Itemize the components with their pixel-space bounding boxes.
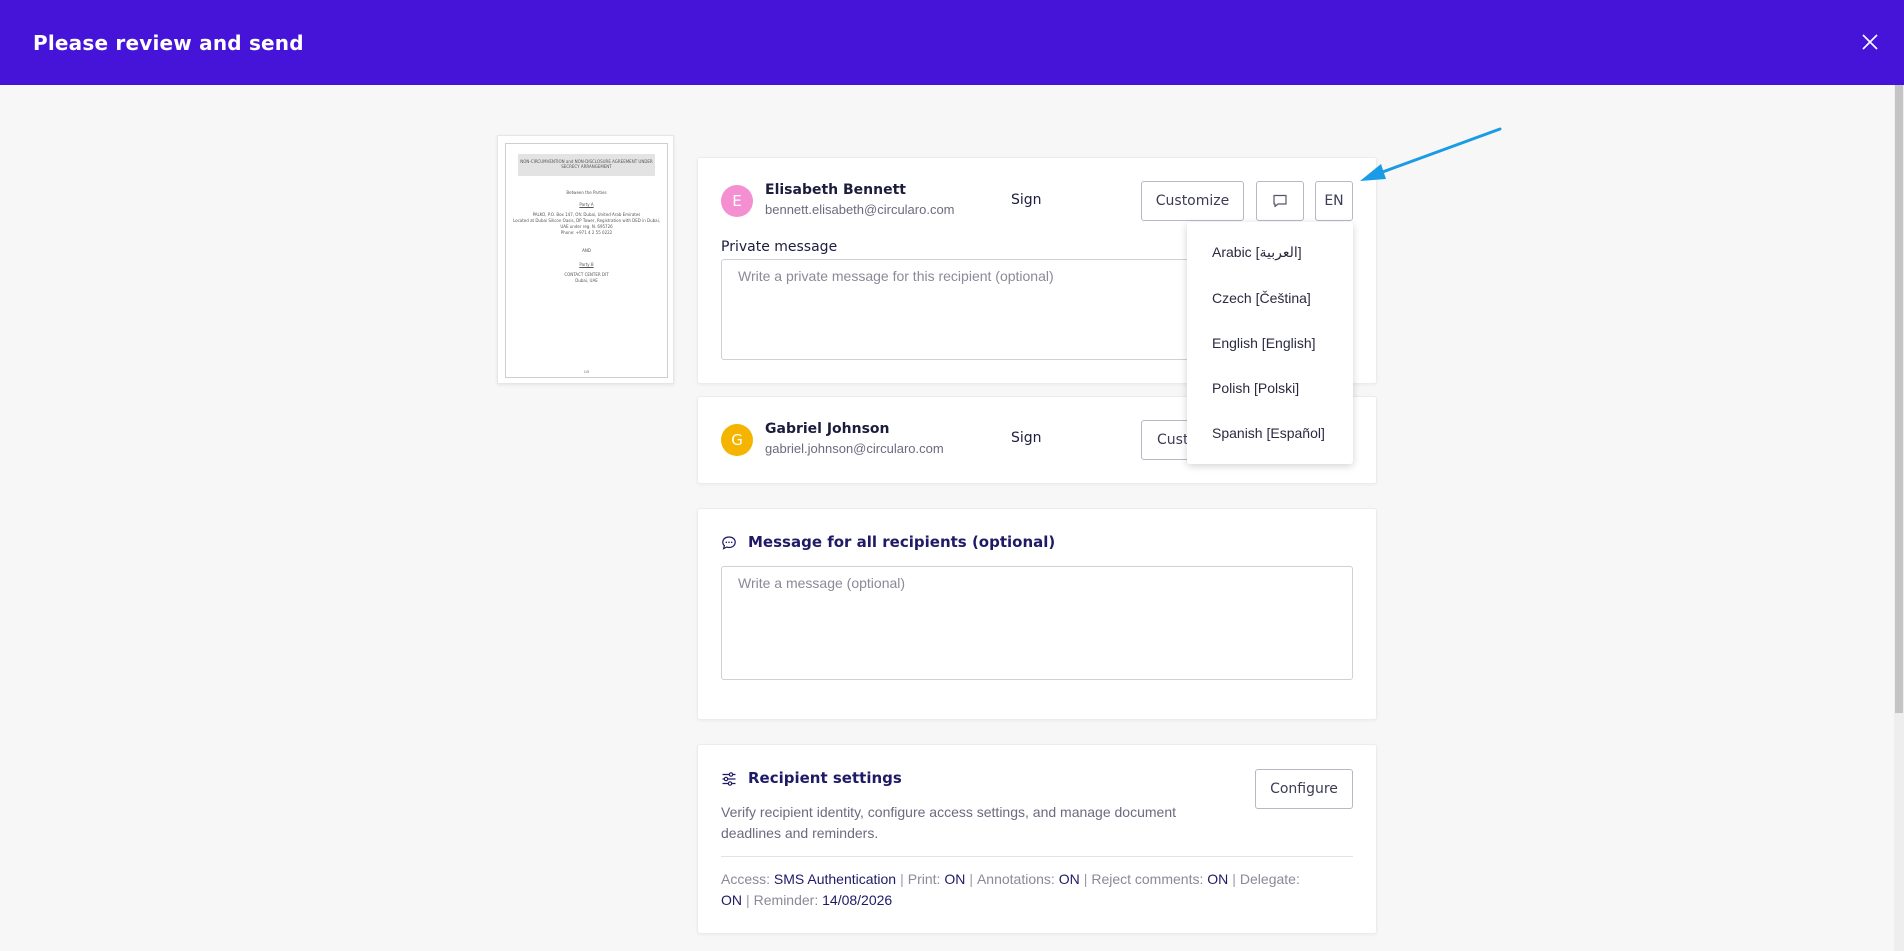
access-label: Access: bbox=[721, 871, 771, 887]
separator: | bbox=[969, 871, 973, 887]
message-all-title: Message for all recipients (optional) bbox=[748, 533, 1056, 551]
reject-comments-label: Reject comments: bbox=[1091, 871, 1204, 887]
annotations-label: Annotations: bbox=[976, 871, 1055, 887]
separator: | bbox=[900, 871, 904, 887]
language-dropdown: Arabic [العربية] Czech [Čeština] English… bbox=[1187, 222, 1353, 464]
message-all-card: Message for all recipients (optional) Wr… bbox=[697, 508, 1377, 720]
avatar: G bbox=[721, 424, 753, 456]
customize-button[interactable]: Customize bbox=[1141, 181, 1244, 221]
comment-icon bbox=[1273, 194, 1287, 208]
document-heading: NON-CIRCUMVENTION and NON-DISCLOSURE AGR… bbox=[518, 154, 655, 176]
private-message-toggle-button[interactable] bbox=[1256, 181, 1304, 221]
reject-comments-value: ON bbox=[1207, 871, 1229, 887]
language-option-english[interactable]: English [English] bbox=[1187, 320, 1353, 365]
separator: | bbox=[1232, 871, 1236, 887]
access-value: SMS Authentication bbox=[773, 871, 897, 887]
recipient-role[interactable]: Sign bbox=[1011, 430, 1042, 446]
language-button[interactable]: EN bbox=[1315, 181, 1353, 221]
document-page-preview: NON-CIRCUMVENTION and NON-DISCLOSURE AGR… bbox=[505, 143, 668, 378]
recipient-settings-title: Recipient settings bbox=[748, 769, 902, 787]
pointer-arrow-icon bbox=[1360, 127, 1502, 181]
recipient-settings-description: Verify recipient identity, configure acc… bbox=[721, 804, 1176, 841]
annotations-value: ON bbox=[1058, 871, 1080, 887]
recipient-email: bennett.elisabeth@circularo.com bbox=[765, 202, 955, 217]
sliders-icon bbox=[722, 772, 736, 786]
separator: | bbox=[1083, 871, 1088, 887]
language-option-polish[interactable]: Polish [Polski] bbox=[1187, 365, 1353, 410]
divider bbox=[721, 856, 1353, 857]
document-line: Dubai, UAE bbox=[575, 278, 598, 283]
recipient-role[interactable]: Sign bbox=[1011, 192, 1042, 208]
language-option-arabic[interactable]: Arabic [العربية] bbox=[1187, 230, 1353, 275]
reminder-label: Reminder: bbox=[753, 892, 819, 908]
recipient-name: Elisabeth Bennett bbox=[765, 182, 906, 198]
print-label: Print: bbox=[907, 871, 941, 887]
close-icon bbox=[1862, 34, 1878, 50]
reminder-value: 14/08/2026 bbox=[822, 892, 893, 908]
recipient-settings-summary: Access: SMS Authentication | Print: ON | Ann… bbox=[721, 869, 1351, 911]
private-message-label: Private message bbox=[721, 239, 838, 255]
configure-button[interactable]: Configure bbox=[1255, 769, 1353, 809]
modal-title: Please review and send bbox=[33, 30, 304, 55]
avatar: E bbox=[721, 185, 753, 217]
modal-header: Please review and send bbox=[0, 0, 1904, 85]
recipient-email: gabriel.johnson@circularo.com bbox=[765, 441, 944, 456]
print-value: ON bbox=[944, 871, 966, 887]
chat-bubble-icon bbox=[722, 536, 736, 550]
scrollbar-thumb[interactable] bbox=[1895, 85, 1903, 713]
recipient-name: Gabriel Johnson bbox=[765, 421, 890, 437]
language-option-spanish[interactable]: Spanish [Español] bbox=[1187, 410, 1353, 455]
separator: | bbox=[746, 892, 750, 908]
language-option-czech[interactable]: Czech [Čeština] bbox=[1187, 275, 1353, 320]
document-thumbnail[interactable]: NON-CIRCUMVENTION and NON-DISCLOSURE AGR… bbox=[497, 135, 674, 384]
message-all-input[interactable]: Write a message (optional) bbox=[721, 566, 1353, 680]
document-page-number: 1/5 bbox=[583, 369, 590, 374]
delegate-value: ON bbox=[721, 892, 742, 908]
delegate-label: Delegate: bbox=[1239, 871, 1300, 887]
close-button[interactable] bbox=[1856, 28, 1884, 56]
recipient-settings-card: Recipient settings Configure Verify reci… bbox=[697, 744, 1377, 934]
